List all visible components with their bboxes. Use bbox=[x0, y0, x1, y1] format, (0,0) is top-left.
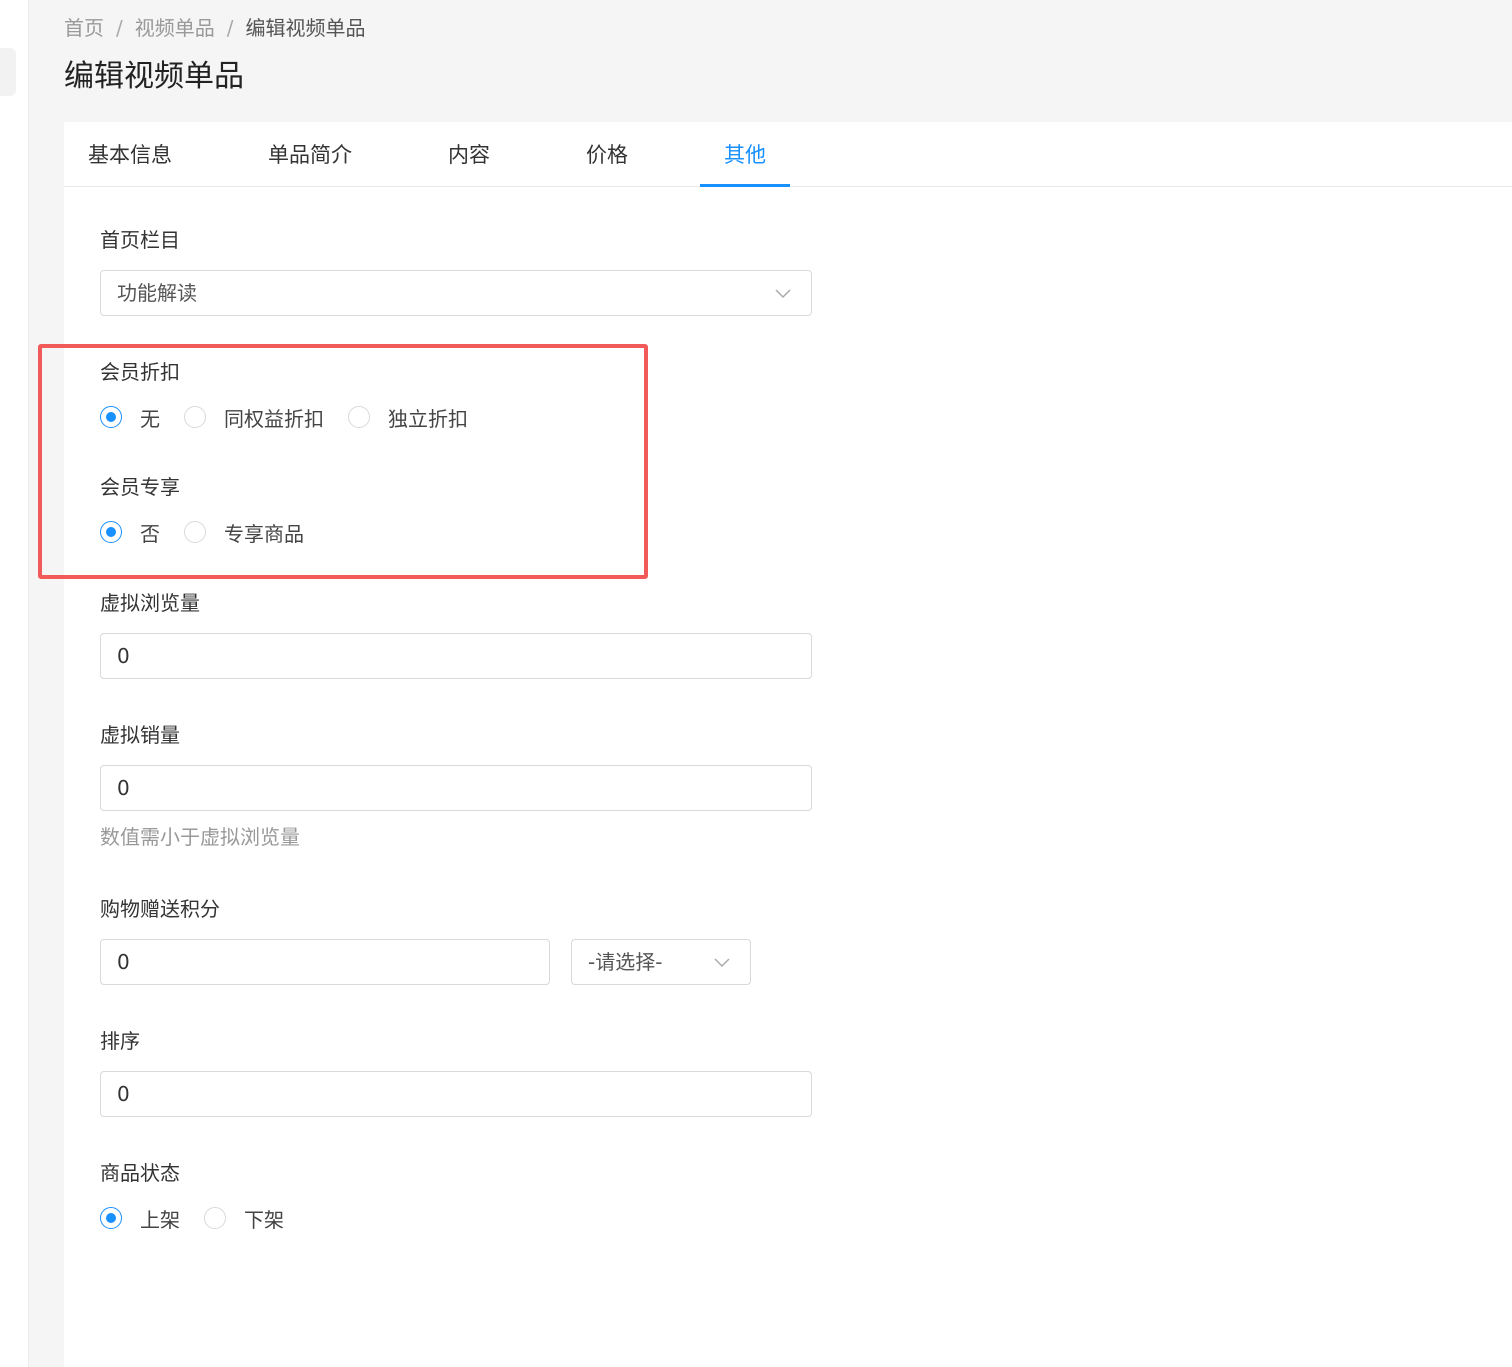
radio-unchecked-icon bbox=[348, 406, 370, 428]
radio-checked-icon bbox=[100, 406, 122, 428]
virtual-sales-input[interactable]: 0 bbox=[100, 765, 812, 811]
radio-checked-icon bbox=[100, 521, 122, 543]
sidebar-collapsed bbox=[0, 0, 29, 1367]
form-card: 基本信息 单品简介 内容 价格 其他 首页栏目 功能解读 会员折扣 无 同权益折… bbox=[64, 122, 1512, 1367]
home-column-value: 功能解读 bbox=[117, 281, 197, 305]
member-discount-radio-group: 无 同权益折扣 独立折扣 bbox=[100, 400, 492, 434]
member-exclusive-label: 会员专享 bbox=[100, 475, 180, 499]
sidebar-active-indicator[interactable] bbox=[0, 48, 16, 96]
member-discount-option-same-rights[interactable]: 同权益折扣 bbox=[184, 403, 324, 432]
radio-label: 下架 bbox=[244, 1207, 284, 1232]
active-tab-indicator bbox=[700, 184, 790, 187]
member-discount-option-none[interactable]: 无 bbox=[100, 403, 160, 432]
home-column-select[interactable]: 功能解读 bbox=[100, 270, 812, 316]
bonus-points-input[interactable]: 0 bbox=[100, 939, 550, 985]
radio-label: 独立折扣 bbox=[388, 406, 468, 431]
page-title: 编辑视频单品 bbox=[64, 59, 244, 94]
tab-content[interactable]: 内容 bbox=[448, 122, 490, 186]
chevron-down-icon bbox=[775, 289, 791, 299]
home-column-label: 首页栏目 bbox=[100, 228, 180, 252]
radio-label: 专享商品 bbox=[224, 521, 304, 546]
member-discount-label: 会员折扣 bbox=[100, 360, 180, 384]
member-discount-option-independent[interactable]: 独立折扣 bbox=[348, 403, 468, 432]
bonus-points-unit-select[interactable]: -请选择- bbox=[571, 939, 751, 985]
breadcrumb-separator: / bbox=[116, 16, 123, 40]
radio-label: 否 bbox=[140, 521, 160, 546]
member-exclusive-option-no[interactable]: 否 bbox=[100, 518, 160, 547]
tab-other[interactable]: 其他 bbox=[724, 122, 766, 186]
chevron-down-icon bbox=[714, 958, 730, 968]
radio-label: 同权益折扣 bbox=[224, 406, 324, 431]
virtual-views-input[interactable]: 0 bbox=[100, 633, 812, 679]
status-option-on-shelf[interactable]: 上架 bbox=[100, 1204, 180, 1233]
breadcrumb: 首页 / 视频单品 / 编辑视频单品 bbox=[64, 14, 366, 42]
breadcrumb-video-items[interactable]: 视频单品 bbox=[135, 14, 215, 42]
status-label: 商品状态 bbox=[100, 1161, 180, 1185]
status-option-off-shelf[interactable]: 下架 bbox=[204, 1204, 284, 1233]
sort-label: 排序 bbox=[100, 1029, 140, 1053]
tab-item-intro[interactable]: 单品简介 bbox=[268, 122, 352, 186]
member-exclusive-option-exclusive[interactable]: 专享商品 bbox=[184, 518, 304, 547]
bonus-points-label: 购物赠送积分 bbox=[100, 897, 220, 921]
breadcrumb-home[interactable]: 首页 bbox=[64, 14, 104, 42]
tab-basic-info[interactable]: 基本信息 bbox=[88, 122, 172, 186]
virtual-sales-hint: 数值需小于虚拟浏览量 bbox=[100, 825, 300, 849]
status-radio-group: 上架 下架 bbox=[100, 1201, 308, 1235]
tab-price[interactable]: 价格 bbox=[586, 122, 628, 186]
bonus-points-unit-placeholder: -请选择- bbox=[588, 950, 663, 974]
breadcrumb-current: 编辑视频单品 bbox=[245, 16, 366, 40]
tab-bar: 基本信息 单品简介 内容 价格 其他 bbox=[64, 122, 1512, 187]
radio-checked-icon bbox=[100, 1207, 122, 1229]
sort-input[interactable]: 0 bbox=[100, 1071, 812, 1117]
radio-label: 上架 bbox=[140, 1207, 180, 1232]
radio-unchecked-icon bbox=[204, 1207, 226, 1229]
breadcrumb-separator: / bbox=[226, 16, 234, 40]
radio-unchecked-icon bbox=[184, 521, 206, 543]
virtual-sales-label: 虚拟销量 bbox=[100, 723, 180, 747]
virtual-views-label: 虚拟浏览量 bbox=[100, 591, 200, 615]
radio-label: 无 bbox=[140, 406, 160, 431]
radio-unchecked-icon bbox=[184, 406, 206, 428]
member-exclusive-radio-group: 否 专享商品 bbox=[100, 515, 328, 549]
